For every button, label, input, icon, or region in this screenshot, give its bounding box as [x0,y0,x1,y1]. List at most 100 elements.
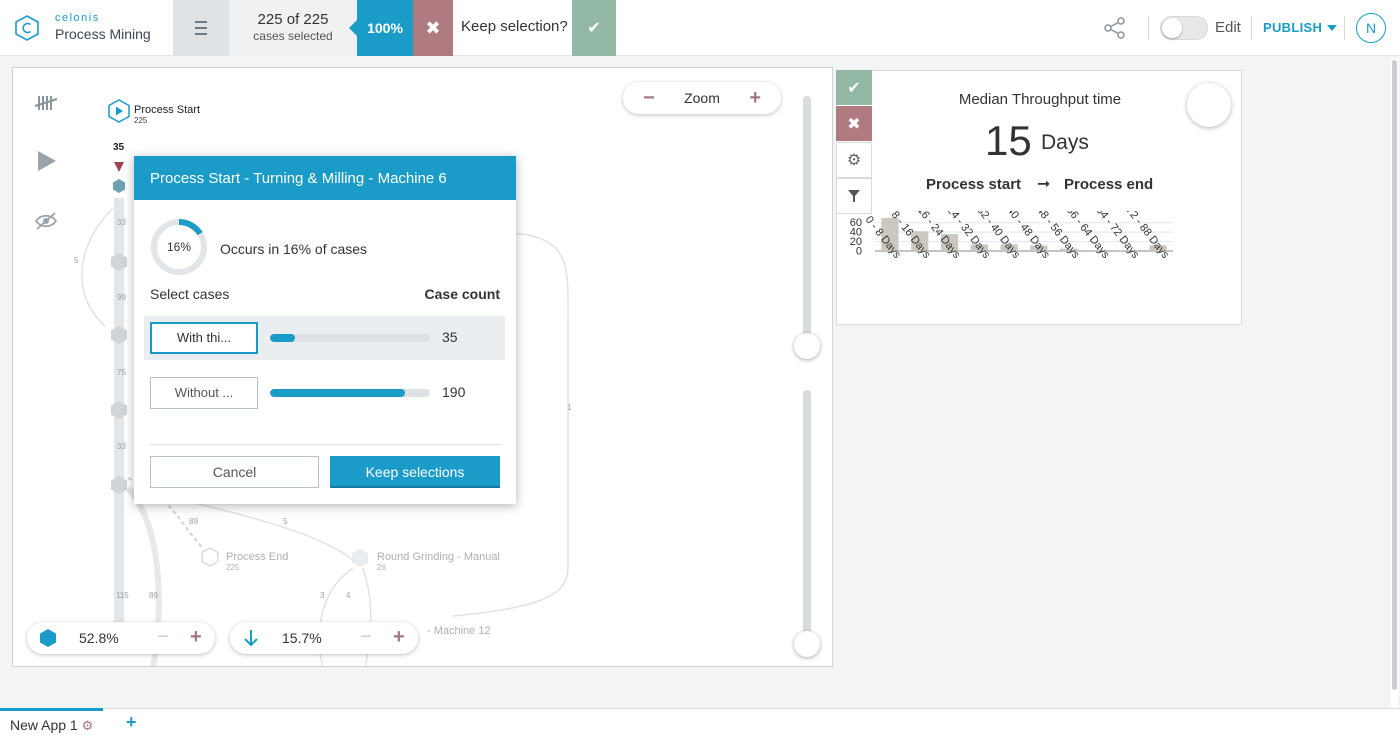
case-count-header: Case count [424,286,500,302]
connections-percent-value: 15.7% [282,630,322,646]
top-bar: celonis Process Mining 225 of 225 cases … [0,0,1400,56]
edge-count: 75 [117,368,126,377]
occurrence-text: Occurs in 16% of cases [220,241,368,257]
throughput-kpi-panel: Median Throughput time 15 Days Process s… [836,70,1242,325]
connections-increase-button[interactable]: + [393,626,405,649]
start-node-count: 225 [134,116,148,125]
play-icon[interactable] [33,148,59,174]
connections-decrease-button[interactable]: − [360,626,372,649]
end-node-count: 225 [226,563,240,572]
connection-slider-handle[interactable] [794,631,820,657]
kpi-unit: Days [1041,131,1089,154]
app-tab-label: New App 1 [10,717,78,733]
edge-count: 3 [320,591,325,600]
edge-count: 5 [74,256,79,265]
activities-decrease-button[interactable]: − [157,626,169,649]
filter-icon[interactable] [836,178,872,214]
with-activity-bar [270,334,430,342]
activities-percent-value: 52.8% [79,630,119,646]
case-count-label: cases selected [253,29,333,43]
kpi-options-button[interactable] [1187,83,1231,127]
chevron-down-icon[interactable] [1327,25,1337,31]
keep-selection-button[interactable]: ✔ [572,0,616,56]
discard-selection-button[interactable]: ✖ [413,0,453,56]
divider [150,444,500,445]
edit-mode-toggle[interactable] [1160,16,1208,40]
add-app-button[interactable]: + [126,712,137,733]
case-count-value: 225 of 225 [257,11,329,28]
app-tabs-bar: New App 1 ⚙ + [0,708,1400,736]
select-cases-label: Select cases [150,286,230,302]
activity-node[interactable] [111,476,127,494]
kpi-to-label: Process end [1064,176,1154,193]
eye-off-icon[interactable] [33,208,59,234]
edit-label: Edit [1215,19,1241,36]
edge-count: 89 [149,591,158,600]
with-activity-bar-fill [270,334,295,342]
cancel-button[interactable]: Cancel [150,456,319,488]
kpi-value: 15 [985,117,1032,164]
keep-selections-button[interactable]: Keep selections [330,456,500,488]
marker-icon [114,162,124,172]
case-selection-popup: Process Start - Turning & Milling - Mach… [134,156,516,504]
apply-button[interactable]: ✔ [836,70,872,106]
kpi-from-label: Process start [926,176,1022,193]
y-tick-label: 0 [856,246,862,258]
tally-icon[interactable] [33,90,59,116]
gear-icon[interactable]: ⚙ [836,142,872,178]
without-activity-bar-fill [270,389,406,397]
page-scrollbar-thumb[interactable] [1392,60,1397,690]
activity-label: - Machine 12 [427,625,491,637]
activity-slider-track[interactable] [803,96,811,342]
selection-percent-badge: 100% [349,0,413,56]
kpi-title: Median Throughput time [958,91,1122,108]
zoom-control: − Zoom + [623,82,781,114]
connections-percent-control: 15.7% − + [230,622,418,654]
edge-count: 99 [117,293,126,302]
activity-node[interactable] [352,549,368,567]
activity-node[interactable] [111,253,127,271]
gear-icon[interactable]: ⚙ [82,718,94,733]
without-activity-button[interactable]: Without ... [150,377,258,409]
menu-icon [195,19,207,37]
without-activity-bar [270,389,430,397]
activity-label: Round Grinding - Manual [377,551,500,563]
activities-increase-button[interactable]: + [190,626,202,649]
component-toolbar: ✔ ✖ ⚙ [836,70,872,214]
edge-count: 4 [346,591,351,600]
case-selection-summary: 225 of 225 cases selected [229,0,357,56]
share-icon[interactable] [1104,17,1126,39]
zoom-in-button[interactable]: + [749,87,761,110]
tab-new-app-1[interactable]: New App 1 ⚙ [0,708,104,736]
start-node-label: Process Start [134,104,201,116]
edge-count: 89 [189,517,198,526]
arrow-right-icon: ➞ [1037,176,1051,193]
with-activity-button[interactable]: With thi... [150,322,258,354]
remove-button[interactable]: ✖ [836,106,872,142]
end-node-label: Process End [226,551,289,563]
without-activity-count: 190 [442,384,466,400]
edge-count: 35 [113,142,125,153]
edge-count: 33 [117,218,126,227]
edge-count: 5 [283,517,288,526]
map-edge [81,207,114,327]
arrow-down-icon [244,630,258,647]
activity-node[interactable] [111,326,127,344]
menu-button[interactable] [173,0,229,56]
end-node-icon[interactable] [201,547,219,567]
activity-count: 26 [377,563,386,572]
publish-button[interactable]: PUBLISH [1263,20,1322,35]
celonis-logo-icon[interactable] [14,15,40,41]
edge-count: 115 [116,591,129,600]
edge-count: 33 [117,442,126,451]
activity-node[interactable] [111,401,127,419]
hexagon-icon [40,629,56,647]
product-name: Process Mining [55,26,151,42]
divider [1148,16,1149,40]
activity-node[interactable] [113,179,125,193]
avatar[interactable]: N [1356,13,1386,43]
donut-percent-label: 16% [166,240,192,254]
activity-slider-handle[interactable] [794,333,820,359]
connection-slider-track[interactable] [803,390,811,644]
throughput-histogram: 6040200 0 - 8 Days8 - 16 Days16 - 24 Days… [850,211,1173,261]
